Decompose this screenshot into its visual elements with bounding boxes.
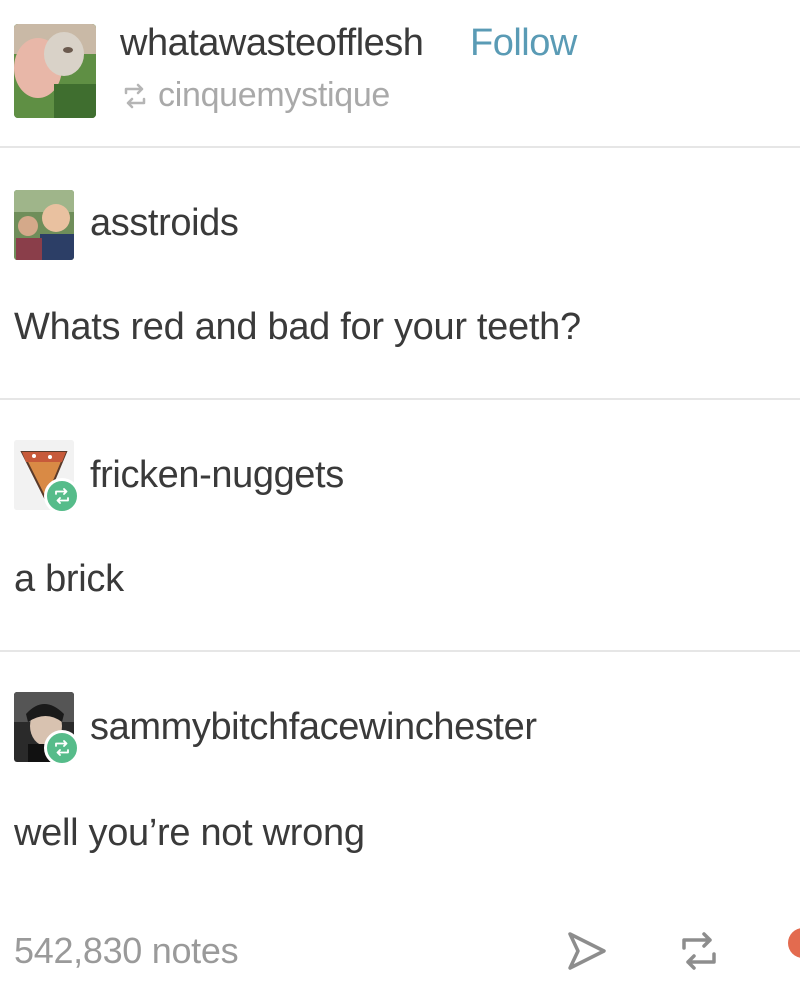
- reblog-entry: sammybitchfacewinchester well you’re not…: [0, 652, 800, 900]
- reblog-icon: [124, 83, 146, 108]
- post-text: a brick: [14, 558, 124, 600]
- avatar-photo: [14, 190, 74, 260]
- reblog-entry: asstroids Whats red and bad for your tee…: [0, 148, 800, 400]
- reblogged-from-username[interactable]: cinquemystique: [158, 76, 390, 115]
- post-header: whatawasteofflesh Follow cinquemystique: [0, 0, 800, 148]
- reblog-badge-icon: [44, 478, 80, 514]
- reblog-badge-icon: [44, 730, 80, 766]
- post-text: well you’re not wrong: [14, 812, 365, 854]
- post-footer: 542,830 notes: [0, 900, 800, 1000]
- reblog-icon[interactable]: [674, 926, 724, 976]
- post-username[interactable]: asstroids: [90, 202, 239, 245]
- post-username[interactable]: sammybitchfacewinchester: [90, 706, 537, 749]
- post-text: Whats red and bad for your teeth?: [14, 306, 581, 348]
- follow-button[interactable]: Follow: [470, 22, 577, 65]
- user-avatar[interactable]: [14, 190, 74, 260]
- blog-username[interactable]: whatawasteofflesh: [120, 22, 424, 65]
- share-icon[interactable]: [562, 926, 612, 976]
- notes-count[interactable]: 542,830 notes: [14, 930, 239, 972]
- post-username[interactable]: fricken-nuggets: [90, 454, 344, 497]
- avatar-photo: [14, 24, 96, 118]
- reblog-entry: fricken-nuggets a brick: [0, 400, 800, 652]
- reblogged-from: cinquemystique: [120, 76, 390, 115]
- blog-avatar[interactable]: [14, 24, 96, 118]
